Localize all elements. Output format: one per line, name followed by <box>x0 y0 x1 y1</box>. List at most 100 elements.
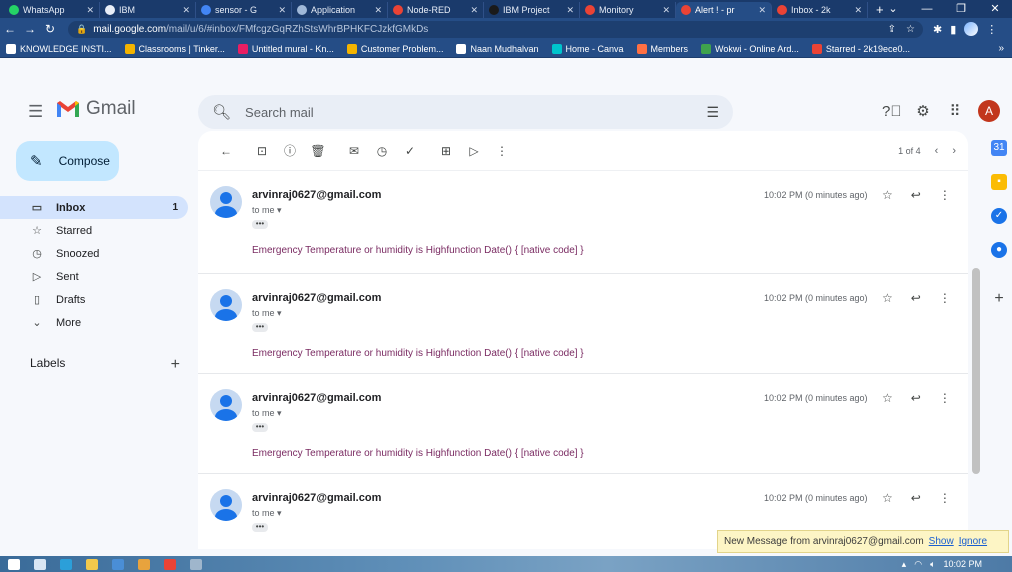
tab-close-icon[interactable]: ✕ <box>662 5 670 16</box>
back-icon[interactable]: ← <box>0 22 20 36</box>
message-more-icon[interactable]: ⋮ <box>939 491 951 505</box>
start-icon[interactable] <box>8 558 20 570</box>
recipient-details-toggle[interactable]: to me ▾ <box>252 205 282 216</box>
bookmark-item[interactable]: Members <box>636 43 688 54</box>
message-more-icon[interactable]: ⋮ <box>939 188 951 202</box>
forward-icon[interactable]: → <box>20 22 40 36</box>
browser-menu-icon[interactable]: ⋮ <box>986 23 997 36</box>
calendar-icon[interactable]: 31 <box>991 140 1007 156</box>
browser-tab[interactable]: Node-RED ✕ <box>388 2 484 18</box>
tray-up-icon[interactable]: ▴ <box>902 559 907 570</box>
show-trimmed-content-button[interactable]: ••• <box>252 523 268 532</box>
sender-email[interactable]: arvinraj0627@gmail.com <box>252 392 381 404</box>
back-to-inbox-icon[interactable]: ← <box>212 144 240 158</box>
tab-close-icon[interactable]: ✕ <box>182 5 190 16</box>
archive-icon[interactable]: ⊡ <box>248 144 276 158</box>
wifi-icon[interactable]: ◠ <box>914 559 922 570</box>
browser-tab[interactable]: IBM Project ✕ <box>484 2 580 18</box>
share-icon[interactable]: ⇪ <box>888 24 896 35</box>
main-menu-icon[interactable]: ☰ <box>28 102 43 122</box>
bookmark-item[interactable]: KNOWLEDGE INSTI... <box>6 43 112 54</box>
browser-tab[interactable]: Alert ! - pr ✕ <box>676 2 772 18</box>
tab-close-icon[interactable]: ✕ <box>278 5 286 16</box>
tab-close-icon[interactable]: ✕ <box>566 5 574 16</box>
settings-gear-icon[interactable]: ⚙ <box>914 102 932 120</box>
ignore-link[interactable]: Ignore <box>959 536 987 547</box>
browser-tab[interactable]: Inbox - 2k ✕ <box>772 2 868 18</box>
message-more-icon[interactable]: ⋮ <box>939 391 951 405</box>
browser-tab[interactable]: IBM ✕ <box>100 2 196 18</box>
search-icon[interactable]: 🔍︎ <box>212 103 231 121</box>
show-link[interactable]: Show <box>929 536 954 547</box>
star-icon[interactable]: ☆ <box>882 188 893 202</box>
recipient-details-toggle[interactable]: to me ▾ <box>252 408 282 419</box>
add-task-icon[interactable]: ✓ <box>396 144 424 158</box>
sidebar-item-more[interactable]: ⌄ More <box>0 311 188 334</box>
more-options-icon[interactable]: ⋮ <box>488 144 516 158</box>
side-panel-icon[interactable]: ▮ <box>950 23 956 36</box>
search-bar[interactable]: 🔍︎ Search mail ☰ <box>198 95 733 129</box>
close-window-icon[interactable]: ✕ <box>978 0 1012 18</box>
tab-search-icon[interactable]: ⌄ <box>876 0 910 18</box>
reload-icon[interactable]: ↻ <box>40 22 60 36</box>
browser-tab[interactable]: sensor - G ✕ <box>196 2 292 18</box>
sidebar-item-snoozed[interactable]: ◷ Snoozed <box>0 242 188 265</box>
bookmarks-overflow-button[interactable]: » <box>998 43 1004 54</box>
newer-chevron-icon[interactable]: ‹ <box>935 145 939 157</box>
message-more-icon[interactable]: ⋮ <box>939 291 951 305</box>
sidebar-item-sent[interactable]: ▷ Sent <box>0 265 188 288</box>
task-view-icon[interactable] <box>60 558 72 570</box>
bookmark-item[interactable]: Home - Canva <box>551 43 624 54</box>
bookmark-item[interactable]: Classrooms | Tinker... <box>124 43 225 54</box>
tab-close-icon[interactable]: ✕ <box>374 5 382 16</box>
profile-icon[interactable] <box>964 22 979 36</box>
apps-grid-icon[interactable]: ⠿ <box>946 102 964 120</box>
sidebar-item-inbox[interactable]: ▭ Inbox 1 <box>0 196 188 219</box>
sender-email[interactable]: arvinraj0627@gmail.com <box>252 492 381 504</box>
url-input[interactable]: 🔒 mail.google.com/mail/u/6/#inbox/FMfcgz… <box>68 20 923 38</box>
show-trimmed-content-button[interactable]: ••• <box>252 423 268 432</box>
file-explorer-icon[interactable] <box>86 558 98 570</box>
app-icon[interactable] <box>138 558 150 570</box>
gmail-logo[interactable]: Gmail <box>56 98 136 120</box>
add-label-icon[interactable]: + <box>171 356 180 374</box>
sidebar-item-starred[interactable]: ☆ Starred <box>0 219 188 242</box>
tab-close-icon[interactable]: ✕ <box>758 5 766 16</box>
message-item[interactable]: arvinraj0627@gmail.com to me ▾ ••• Emergenc… <box>198 171 968 274</box>
recipient-details-toggle[interactable]: to me ▾ <box>252 308 282 319</box>
browser-tab[interactable]: WhatsApp ✕ <box>4 2 100 18</box>
contacts-icon[interactable]: ● <box>991 242 1007 258</box>
app-icon-2[interactable] <box>190 558 202 570</box>
account-avatar[interactable]: A <box>978 100 1000 122</box>
bookmark-item[interactable]: Customer Problem... <box>346 43 443 54</box>
older-chevron-icon[interactable]: › <box>952 145 956 157</box>
bookmark-item[interactable]: Untitled mural - Kn... <box>237 43 334 54</box>
report-spam-icon[interactable]: ⓘ <box>276 142 304 159</box>
reply-icon[interactable]: ↩ <box>911 491 921 505</box>
sender-email[interactable]: arvinraj0627@gmail.com <box>252 292 381 304</box>
bookmark-item[interactable]: Starred - 2k19ece0... <box>811 43 910 54</box>
snooze-icon[interactable]: ◷ <box>368 144 396 158</box>
mark-unread-icon[interactable]: ✉ <box>340 144 368 158</box>
message-item[interactable]: arvinraj0627@gmail.com to me ▾ ••• Emergenc… <box>198 374 968 474</box>
star-icon[interactable]: ☆ <box>882 391 893 405</box>
bookmark-item[interactable]: Naan Mudhalvan <box>456 43 539 54</box>
delete-icon[interactable]: 🗑︎ <box>304 144 332 158</box>
search-input[interactable]: Search mail <box>245 105 314 120</box>
browser-tab[interactable]: Application ✕ <box>292 2 388 18</box>
star-icon[interactable]: ☆ <box>882 291 893 305</box>
star-icon[interactable]: ☆ <box>882 491 893 505</box>
tab-close-icon[interactable]: ✕ <box>854 5 862 16</box>
reply-icon[interactable]: ↩ <box>911 291 921 305</box>
tab-close-icon[interactable]: ✕ <box>86 5 94 16</box>
sender-email[interactable]: arvinraj0627@gmail.com <box>252 189 381 201</box>
compose-button[interactable]: ✎ Compose <box>16 141 119 181</box>
keep-icon[interactable]: ▪ <box>991 174 1007 190</box>
minimize-icon[interactable]: — <box>910 0 944 18</box>
search-options-icon[interactable]: ☰ <box>706 104 719 121</box>
taskbar-clock[interactable]: 10:02 PM <box>943 559 982 569</box>
move-to-icon[interactable]: ⊞ <box>432 144 460 158</box>
label-icon[interactable]: ▷ <box>460 144 488 158</box>
recipient-details-toggle[interactable]: to me ▾ <box>252 508 282 519</box>
browser-tab[interactable]: Monitory ✕ <box>580 2 676 18</box>
